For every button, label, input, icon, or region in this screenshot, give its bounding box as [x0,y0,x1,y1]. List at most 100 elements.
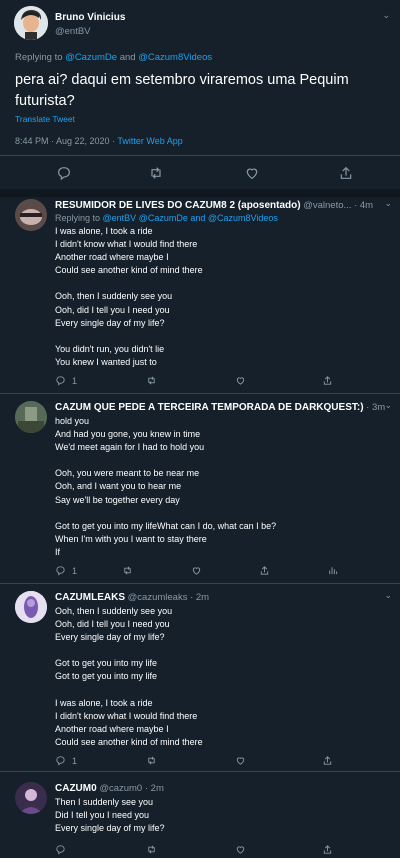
chevron-down-icon[interactable]: ⌄ [384,590,392,601]
reply-actions: 1 [55,755,385,769]
reply-author-avatar[interactable] [15,782,47,814]
chevron-down-icon[interactable]: ⌄ [384,198,392,209]
chevron-down-icon[interactable]: ⌄ [382,10,390,21]
reply-count: 1 [72,565,78,576]
reply-icon [56,756,65,766]
retweet-button[interactable] [146,755,157,766]
reply-header: RESUMIDOR DE LIVES DO CAZUM8 2 (aposenta… [55,200,392,211]
share-button[interactable] [322,844,333,855]
reply-time[interactable]: · 2m [145,783,164,794]
reply-text: hold you And had you gone, you knew in t… [55,416,277,557]
reply-author-handle[interactable]: @valneto... [303,200,351,211]
reply-text: Then I suddenly see you Did I tell you I… [55,797,165,834]
retweet-button[interactable] [146,844,157,855]
reply-button[interactable]: 1 [55,375,77,386]
divider [0,771,400,772]
reply-time[interactable]: · 3m [366,402,385,413]
main-tweet: Bruno Vinicius @entBV ⌄ Replying to @Caz… [0,0,400,195]
main-author-handle[interactable]: @entBV [55,26,91,37]
reply-author-avatar[interactable] [15,199,47,231]
share-icon [323,756,332,765]
main-tweet-line-2: futurista? [15,93,75,109]
reply-text: Ooh, then I suddenly see you Ooh, did I … [55,606,203,747]
share-icon [323,845,332,854]
reply-time[interactable]: · 4m [354,200,373,211]
reply-author-name[interactable]: CAZUMLEAKS [55,592,125,603]
replying-link-2[interactable]: @Cazum8Videos [138,52,212,63]
reply-author-avatar[interactable] [15,591,47,623]
reply-icon [56,566,65,576]
reply-author-avatar[interactable] [15,401,47,433]
reply-header: CAZUM QUE PEDE A TERCEIRA TEMPORADA DE D… [55,402,392,413]
reply-icon[interactable] [56,165,72,181]
reply-tweet[interactable]: CAZUM QUE PEDE A TERCEIRA TEMPORADA DE D… [0,399,400,584]
reply-tweet[interactable]: CAZUMLEAKS @cazumleaks · 2m ⌄ Ooh, then … [0,589,400,771]
reply-icon [56,845,65,855]
replying-prefix: Replying to [55,213,103,223]
like-button[interactable] [235,844,246,855]
replying-links[interactable]: @entBV @CazumDe and @Cazum8Videos [103,213,278,223]
reply-author-name[interactable]: CAZUM0 [55,783,97,794]
analytics-button[interactable] [327,565,338,576]
like-button[interactable] [235,755,246,766]
reply-button[interactable]: 1 [55,755,77,766]
share-icon [323,376,332,385]
reply-header: CAZUMLEAKS @cazumleaks · 2m [55,592,392,603]
retweet-icon [148,845,155,854]
like-icon [192,567,201,575]
divider [0,155,400,156]
tweet-timestamp-line: 8:44 PM · Aug 22, 2020 · Twitter Web App [15,136,183,146]
reply-header: CAZUM0 @cazum0 · 2m [55,783,392,794]
reply-count: 1 [72,755,78,766]
like-icon[interactable] [244,165,260,181]
reply-tweet[interactable]: RESUMIDOR DE LIVES DO CAZUM8 2 (aposenta… [0,197,400,394]
translate-tweet-link[interactable]: Translate Tweet [15,114,75,124]
like-icon [236,377,245,385]
reply-replying-to: Replying to @entBV @CazumDe and @Cazum8V… [55,213,278,223]
share-icon[interactable] [338,165,354,181]
replying-to-line: Replying to @CazumDe and @Cazum8Videos [15,52,212,63]
like-icon [236,846,245,854]
reply-actions: 1 [55,565,395,579]
section-divider [0,189,400,197]
reply-icon [56,376,65,386]
reply-text: I was alone, I took a ride I didn't know… [55,226,203,367]
replying-prefix: Replying to [15,52,66,63]
retweet-icon [148,756,155,765]
share-button[interactable] [322,755,333,766]
like-button[interactable] [191,565,202,576]
main-tweet-text: pera ai? daqui em setembro viraremos uma… [15,70,349,112]
reply-tweet[interactable]: CAZUM0 @cazum0 · 2m Then I suddenly see … [0,780,400,855]
replying-and: and [117,52,139,63]
tweet-source[interactable]: Twitter Web App [117,136,182,146]
share-button[interactable] [322,375,333,386]
retweet-icon [124,566,131,575]
reply-count: 1 [72,375,78,386]
reply-actions [55,844,385,858]
reply-button[interactable]: 1 [55,565,77,576]
share-button[interactable] [259,565,270,576]
like-icon [236,757,245,765]
retweet-button[interactable] [122,565,133,576]
reply-button[interactable] [55,844,66,855]
main-author-name[interactable]: Bruno Vinicius [55,12,125,23]
retweet-icon [148,376,155,385]
reply-author-handle[interactable]: @cazumleaks [128,592,188,603]
replying-link-1[interactable]: @CazumDe [65,52,117,63]
analytics-icon [329,567,338,575]
main-author-avatar[interactable] [14,6,48,40]
chevron-down-icon[interactable]: ⌄ [384,400,392,411]
reply-time[interactable]: · 2m [190,592,209,603]
share-icon [260,566,269,575]
reply-author-name[interactable]: RESUMIDOR DE LIVES DO CAZUM8 2 (aposenta… [55,200,301,211]
retweet-button[interactable] [146,375,157,386]
retweet-icon[interactable] [148,165,164,181]
main-tweet-line-1: pera ai? daqui em setembro viraremos uma… [15,72,349,88]
divider [0,393,400,394]
reply-author-name[interactable]: CAZUM QUE PEDE A TERCEIRA TEMPORADA DE D… [55,402,364,413]
reply-actions: 1 [55,375,385,389]
tweet-timestamp[interactable]: 8:44 PM · Aug 22, 2020 · [15,136,117,146]
divider [0,583,400,584]
reply-author-handle[interactable]: @cazum0 [99,783,142,794]
like-button[interactable] [235,375,246,386]
